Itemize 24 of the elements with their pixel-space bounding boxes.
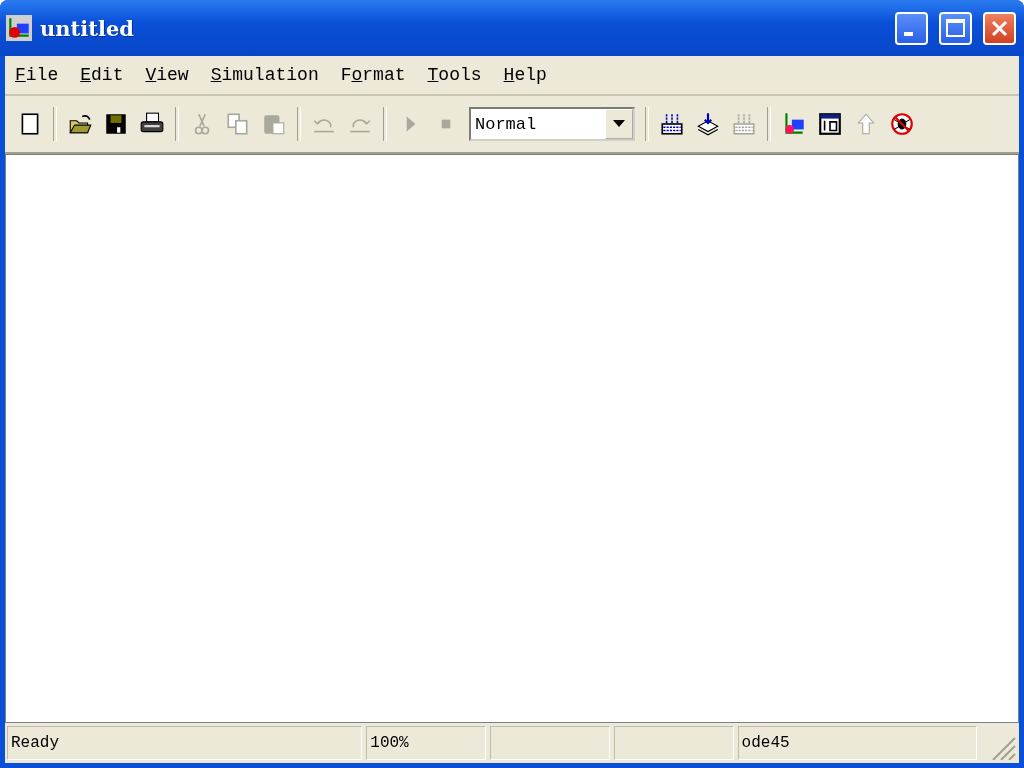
window-panel-icon[interactable]	[817, 111, 843, 137]
mode-dropdown[interactable]: Normal	[469, 107, 635, 141]
menu-item[interactable]: View	[145, 65, 189, 85]
caret-icon	[613, 120, 625, 128]
app-icon	[6, 15, 32, 41]
save-icon[interactable]	[103, 111, 129, 137]
menu-item[interactable]: File	[15, 65, 59, 85]
minimize-button[interactable]	[895, 11, 928, 45]
menu-item[interactable]: Format	[340, 65, 406, 85]
menu-item[interactable]: Simulation	[210, 65, 319, 85]
maximize-button[interactable]	[939, 11, 972, 45]
bug-icon[interactable]	[889, 111, 915, 137]
window-title: untitled	[40, 15, 135, 41]
minimize-icon	[904, 31, 913, 36]
dropdown-button[interactable]	[605, 109, 633, 139]
close-button[interactable]	[983, 11, 1016, 45]
menu-item[interactable]: Tools	[427, 65, 482, 85]
zoom-level: 100%	[366, 726, 487, 760]
menu-item[interactable]: Edit	[80, 65, 124, 85]
status-message: Ready	[7, 726, 363, 760]
stack-arrow-icon[interactable]	[695, 111, 721, 137]
menu-item[interactable]: Help	[503, 65, 547, 85]
solver-name: ode45	[737, 726, 978, 760]
grid-arrows-icon[interactable]	[659, 111, 685, 137]
